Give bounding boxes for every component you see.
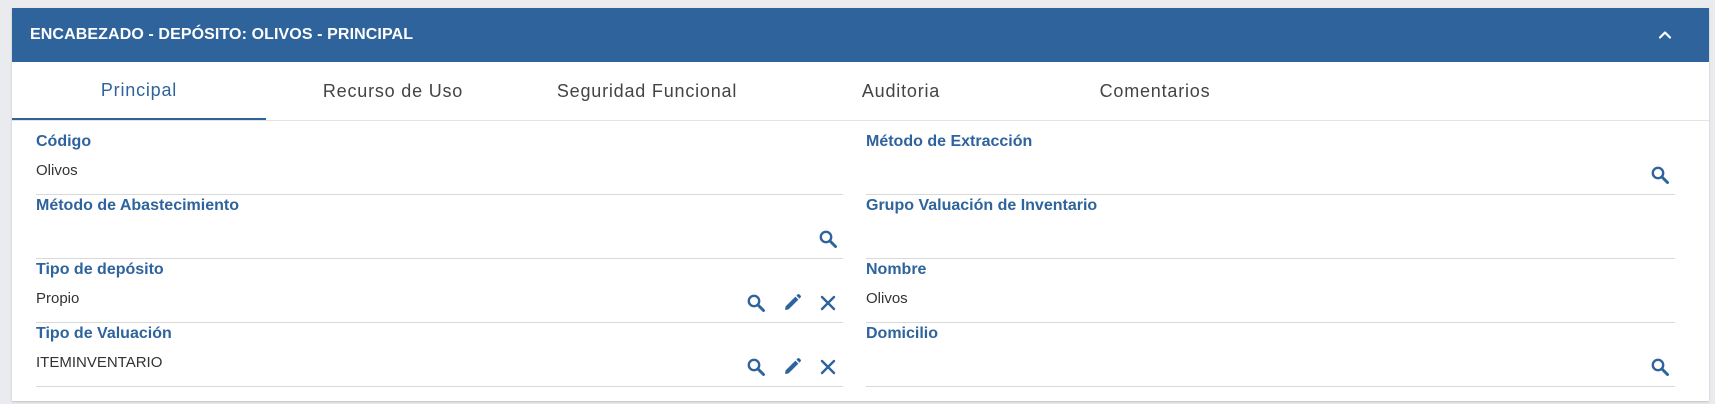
field-label: Método de Extracción [866,133,1033,150]
search-icon [747,294,765,312]
nombre-value[interactable]: Olivos [866,290,908,307]
field-actions [745,356,839,378]
pencil-icon [785,358,801,374]
tipo-valuacion-edit-button[interactable] [781,356,803,378]
metodo-abastecimiento-search-button[interactable] [817,228,839,250]
field-tipo-valuacion: Tipo de Valuación ITEMINVENTARIO [36,323,843,387]
field-label: Tipo de Valuación [36,325,172,342]
tab-principal[interactable]: Principal [12,62,266,120]
tab-recurso-de-uso[interactable]: Recurso de Uso [266,62,520,120]
field-label: Grupo Valuación de Inventario [866,197,1098,214]
field-label: Domicilio [866,325,939,342]
panel-title: ENCABEZADO - DEPÓSITO: OLIVOS - PRINCIPA… [30,26,414,43]
tipo-valuacion-search-button[interactable] [745,356,767,378]
panel-header: ENCABEZADO - DEPÓSITO: OLIVOS - PRINCIPA… [12,8,1709,62]
field-label: Tipo de depósito [36,261,164,278]
field-metodo-extraccion: Método de Extracción [866,131,1675,195]
field-actions [1649,356,1671,378]
collapse-button[interactable] [1651,21,1679,49]
tab-auditoria[interactable]: Auditoria [774,62,1028,120]
tipo-valuacion-clear-button[interactable] [817,356,839,378]
search-icon [819,230,837,248]
metodo-extraccion-search-button[interactable] [1649,164,1671,186]
tab-comentarios[interactable]: Comentarios [1028,62,1282,120]
field-actions [817,228,839,250]
codigo-value[interactable]: Olivos [36,162,78,179]
close-icon [820,295,836,311]
pencil-icon [785,294,801,310]
field-label: Nombre [866,261,927,278]
search-icon [747,358,765,376]
tab-seguridad-funcional[interactable]: Seguridad Funcional [520,62,774,120]
field-actions [745,292,839,314]
chevron-up-icon [1658,31,1672,39]
tipo-deposito-value[interactable]: Propio [36,290,79,307]
field-domicilio: Domicilio [866,323,1675,387]
header-panel: ENCABEZADO - DEPÓSITO: OLIVOS - PRINCIPA… [12,8,1709,401]
field-nombre: Nombre Olivos [866,259,1675,323]
field-codigo: Código Olivos [36,131,843,195]
close-icon [820,359,836,375]
field-label: Código [36,133,92,150]
field-metodo-abastecimiento: Método de Abastecimiento [36,195,843,259]
tab-bar: Principal Recurso de Uso Seguridad Funci… [12,62,1709,121]
search-icon [1651,166,1669,184]
field-actions [1649,164,1671,186]
field-grupo-valuacion: Grupo Valuación de Inventario [866,195,1675,259]
domicilio-search-button[interactable] [1649,356,1671,378]
tipo-deposito-edit-button[interactable] [781,292,803,314]
tipo-deposito-clear-button[interactable] [817,292,839,314]
field-tipo-deposito: Tipo de depósito Propio [36,259,843,323]
field-label: Método de Abastecimiento [36,197,239,214]
tipo-deposito-search-button[interactable] [745,292,767,314]
tipo-valuacion-value[interactable]: ITEMINVENTARIO [36,354,162,371]
search-icon [1651,358,1669,376]
